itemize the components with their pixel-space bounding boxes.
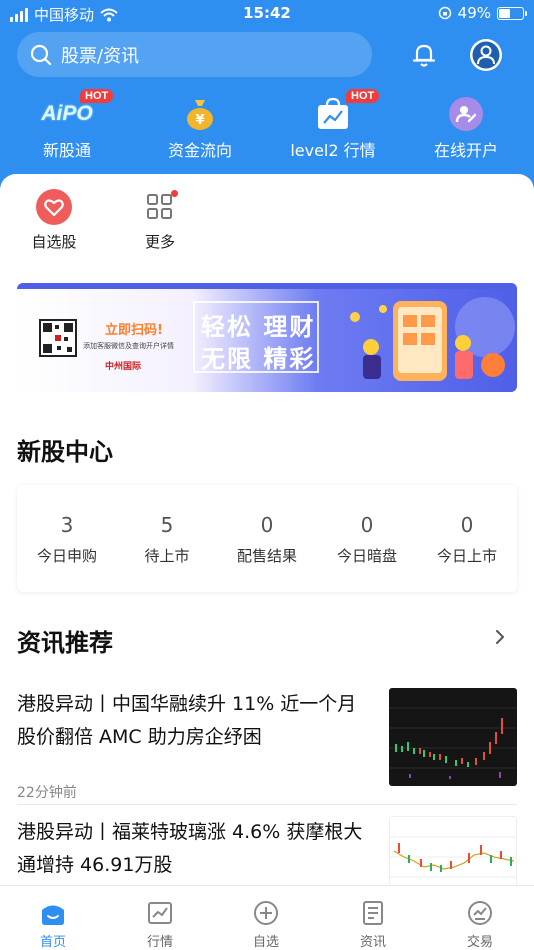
news-thumbnail xyxy=(389,688,517,786)
ipo-stat-pending[interactable]: 5 待上市 xyxy=(117,513,217,566)
stat-label: 配售结果 xyxy=(236,547,297,565)
news-time: 22分钟前 xyxy=(17,785,77,801)
tab-home[interactable]: 首页 xyxy=(13,898,93,950)
account-icon xyxy=(449,97,483,131)
tab-label: 行情 xyxy=(146,935,173,950)
quick-action-open-account[interactable]: 在线开户 xyxy=(401,95,531,161)
battery-percent: 49% xyxy=(457,4,491,22)
ipo-stat-listing[interactable]: 0 今日上市 xyxy=(417,513,517,566)
ipo-center-title: 新股中心 xyxy=(17,438,113,466)
chart-icon xyxy=(148,902,172,924)
stat-value: 0 xyxy=(460,513,474,537)
search-placeholder: 股票/资讯 xyxy=(61,45,140,67)
trade-icon xyxy=(468,901,492,925)
battery-icon xyxy=(497,6,527,20)
news-item[interactable]: 港股异动丨福莱特玻璃涨 4.6% 获摩根大通增持 46.91万股 xyxy=(17,816,517,885)
banner-scan-text: 立即扫码! xyxy=(105,323,163,338)
stat-label: 今日上市 xyxy=(436,547,497,565)
ipo-stat-grey-market[interactable]: 0 今日暗盘 xyxy=(317,513,417,566)
rotation-lock-icon xyxy=(438,6,451,20)
quick-action-ipo[interactable]: AiPO HOT 新股通 xyxy=(2,89,132,161)
ipo-stat-allotment[interactable]: 0 配售结果 xyxy=(217,513,317,566)
tab-label: 自选 xyxy=(252,935,279,950)
banner-brand-logo: 中州国际 xyxy=(105,362,142,372)
grid-icon xyxy=(147,194,172,219)
bottom-tab-bar: 首页 行情 自选 资讯 交易 xyxy=(0,885,534,950)
promo-banner[interactable]: 立即扫码! 添加客服微信及查询开户详情 中州国际 轻松 理财 无限 精彩 xyxy=(17,283,517,392)
bell-icon xyxy=(412,44,436,67)
banner-headline-2: 无限 精彩 xyxy=(201,345,316,373)
stat-label: 待上市 xyxy=(144,547,190,565)
ipo-stats-card: 3 今日申购 5 待上市 0 配售结果 0 今日暗盘 0 今日上市 xyxy=(17,485,517,592)
search-input[interactable]: 股票/资讯 xyxy=(17,32,372,77)
stat-label: 今日暗盘 xyxy=(336,547,397,565)
hot-badge: HOT xyxy=(80,89,114,103)
notification-dot xyxy=(171,190,178,197)
home-icon xyxy=(42,905,64,925)
svg-text:¥: ¥ xyxy=(195,113,204,128)
money-bag-icon: ¥ xyxy=(187,100,213,130)
news-icon xyxy=(363,901,383,925)
aipo-logo: AiPO xyxy=(41,102,93,125)
shortcut-label: 自选股 xyxy=(31,233,77,251)
banner-headline-1: 轻松 理财 xyxy=(201,313,316,341)
ipo-stat-subscribe[interactable]: 3 今日申购 xyxy=(17,513,117,566)
user-icon xyxy=(470,39,502,71)
stat-value: 0 xyxy=(260,513,274,537)
tab-news[interactable]: 资讯 xyxy=(333,898,413,950)
news-thumbnail xyxy=(389,816,517,885)
stat-label: 今日申购 xyxy=(36,547,97,565)
quick-action-label: level2 行情 xyxy=(290,141,376,160)
notifications-button[interactable] xyxy=(407,38,441,72)
tab-label: 交易 xyxy=(466,935,493,950)
chevron-right-icon[interactable] xyxy=(494,628,506,646)
banner-subtitle: 添加客服微信及查询开户详情 xyxy=(83,342,174,350)
shortcut-more[interactable]: 更多 xyxy=(120,189,200,252)
tab-watchlist[interactable]: 自选 xyxy=(226,898,306,950)
quick-action-fund-flow[interactable]: ¥ 资金流向 xyxy=(135,95,265,161)
tab-label: 首页 xyxy=(39,935,66,950)
news-title: 港股异动丨中国华融续升 11% 近一个月股价翻倍 AMC 助力房企纾困 xyxy=(17,693,357,748)
hot-badge: HOT xyxy=(346,89,380,103)
quick-actions: AiPO HOT 新股通 ¥ 资金流向 HOT level2 行情 在线开户 xyxy=(0,89,534,165)
main-panel: 自选股 更多 立即扫码! 添加客服微信及查询开户详情 中州国际 轻松 理财 无限… xyxy=(0,174,534,885)
qr-code-icon xyxy=(39,319,77,357)
news-title: 港股异动丨福莱特玻璃涨 4.6% 获摩根大通增持 46.91万股 xyxy=(17,821,363,876)
news-item[interactable]: 港股异动丨中国华融续升 11% 近一个月股价翻倍 AMC 助力房企纾困 22分钟… xyxy=(17,688,517,801)
shopping-illustration xyxy=(350,297,515,381)
quick-action-level2[interactable]: HOT level2 行情 xyxy=(268,89,398,161)
news-section-title: 资讯推荐 xyxy=(17,629,113,657)
heart-icon xyxy=(36,189,72,225)
quick-action-label: 在线开户 xyxy=(433,141,498,160)
tab-market[interactable]: 行情 xyxy=(120,898,200,950)
profile-button[interactable] xyxy=(469,38,503,72)
stat-value: 5 xyxy=(160,513,174,537)
shortcut-label: 更多 xyxy=(144,233,175,251)
quick-action-label: 资金流向 xyxy=(167,141,232,160)
quick-action-label: 新股通 xyxy=(42,141,91,160)
search-icon xyxy=(30,44,52,65)
plus-circle-icon xyxy=(254,901,278,925)
stat-value: 3 xyxy=(60,513,74,537)
tab-trade[interactable]: 交易 xyxy=(440,898,520,950)
shortcut-watchlist[interactable]: 自选股 xyxy=(14,189,94,252)
stat-value: 0 xyxy=(360,513,374,537)
status-bar: 中国移动 15:42 49% xyxy=(0,0,534,28)
tab-label: 资讯 xyxy=(359,935,386,950)
news-divider xyxy=(17,804,517,805)
